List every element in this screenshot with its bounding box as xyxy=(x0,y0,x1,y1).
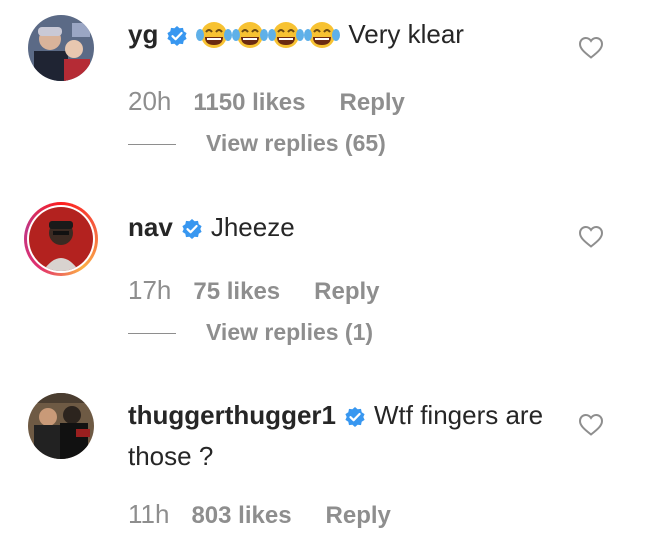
heart-icon[interactable] xyxy=(578,225,604,254)
username[interactable]: nav xyxy=(128,212,173,242)
comment-body: yg Very klear xyxy=(128,16,560,59)
likes-count[interactable]: 1150 likes xyxy=(193,89,305,116)
reply-button[interactable]: Reply xyxy=(314,278,379,305)
heart-icon[interactable] xyxy=(578,36,604,65)
view-replies-label: View replies (1) xyxy=(206,319,374,345)
username[interactable]: thuggerthugger1 xyxy=(128,400,336,430)
timestamp[interactable]: 17h xyxy=(128,275,171,305)
joy-emoji xyxy=(196,19,233,59)
verified-badge-icon xyxy=(181,213,203,250)
joy-emoji xyxy=(268,19,305,59)
replies-divider xyxy=(128,144,176,146)
joy-emoji xyxy=(232,19,269,59)
verified-badge-icon xyxy=(344,401,366,438)
reply-button[interactable]: Reply xyxy=(340,89,405,116)
comment-text: Very klear xyxy=(348,19,464,49)
comment-body: nav Jheeze xyxy=(128,209,560,250)
view-replies-button[interactable]: View replies (1) xyxy=(128,319,373,346)
verified-badge-icon xyxy=(166,20,188,57)
comment-meta: 11h 803 likes Reply xyxy=(128,499,391,530)
comment-meta: 20h 1150 likes Reply xyxy=(128,86,405,117)
reply-button[interactable]: Reply xyxy=(326,502,391,529)
avatar-thuggerthugger1[interactable] xyxy=(28,393,94,459)
comment-meta: 17h 75 likes Reply xyxy=(128,275,380,306)
likes-count[interactable]: 75 likes xyxy=(193,278,280,305)
emoji-group xyxy=(196,19,348,49)
username[interactable]: yg xyxy=(128,19,158,49)
story-ring[interactable] xyxy=(24,202,98,276)
avatar-yg[interactable] xyxy=(28,15,94,81)
timestamp[interactable]: 11h xyxy=(128,499,169,529)
comment-body: thuggerthugger1 Wtf fingers are those ? xyxy=(128,397,560,475)
heart-icon[interactable] xyxy=(578,413,604,442)
likes-count[interactable]: 803 likes xyxy=(191,502,291,529)
view-replies-label: View replies (65) xyxy=(206,130,386,156)
view-replies-button[interactable]: View replies (65) xyxy=(128,130,386,157)
comment-text: Jheeze xyxy=(210,212,295,242)
joy-emoji xyxy=(304,19,341,59)
replies-divider xyxy=(128,333,176,335)
avatar-nav xyxy=(29,207,93,271)
timestamp[interactable]: 20h xyxy=(128,86,171,116)
